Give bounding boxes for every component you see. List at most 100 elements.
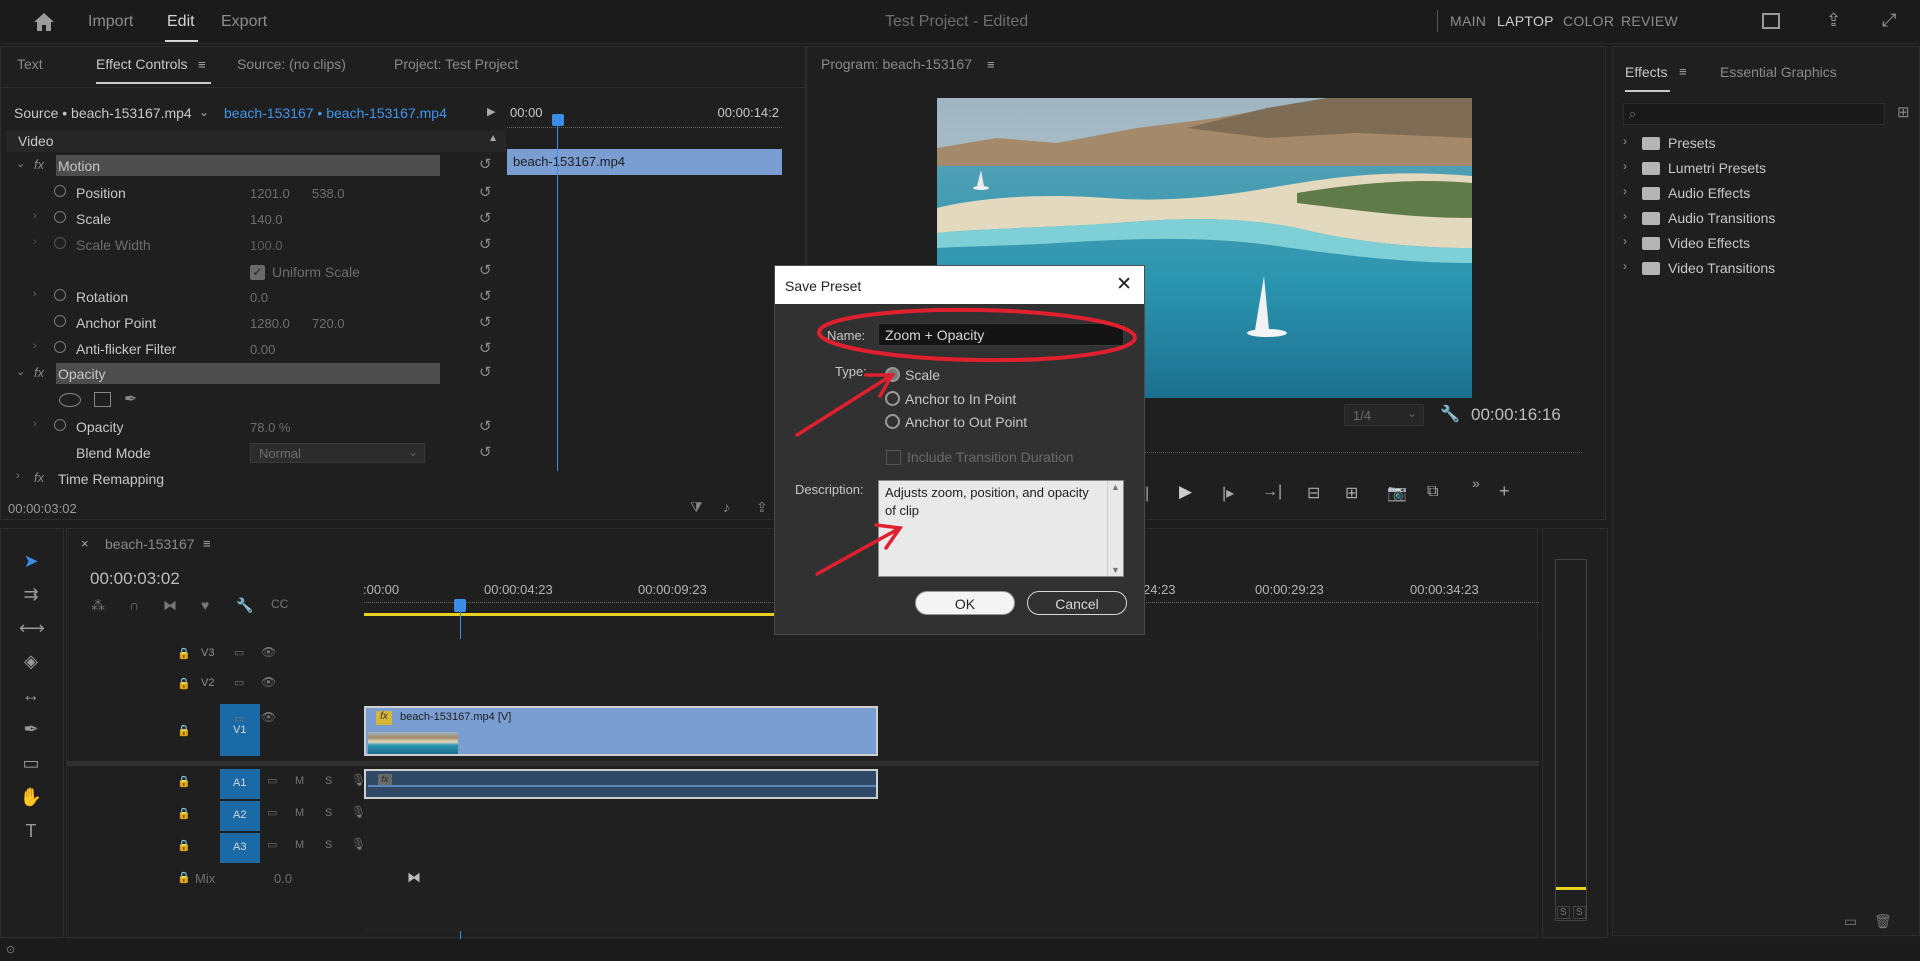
mic-icon[interactable]: 🎙 [351, 837, 366, 851]
expand-icon[interactable]: › [33, 210, 37, 222]
include-transition-checkbox[interactable] [886, 450, 901, 465]
add-button-icon[interactable]: + [1499, 481, 1510, 502]
reset-icon[interactable]: ↺ [479, 235, 492, 253]
lock-icon[interactable]: 🔒 [177, 807, 191, 820]
sync-icon[interactable]: ▭ [234, 676, 244, 689]
expand-icon[interactable]: ⌄ [16, 365, 25, 378]
type-tool-icon[interactable]: T [19, 821, 43, 845]
description-textarea[interactable]: Adjusts zoom, position, and opacity of c… [878, 480, 1124, 577]
more-controls-icon[interactable]: » [1472, 475, 1480, 491]
resolution-select[interactable]: 1/4 ⌄ [1344, 404, 1424, 426]
workspace-main[interactable]: MAIN [1450, 13, 1486, 29]
effects-item-video-transitions[interactable]: › Video Transitions [1620, 256, 1920, 281]
rotation-value[interactable]: 0.0 [250, 290, 268, 305]
camera-icon[interactable]: 📷 [1387, 483, 1407, 503]
ok-button[interactable]: OK [915, 591, 1015, 615]
reset-icon[interactable]: ↺ [479, 363, 492, 381]
reset-icon[interactable]: ↺ [479, 209, 492, 227]
radio-anchor-out[interactable] [885, 414, 900, 429]
rectangle-mask-icon[interactable] [94, 392, 111, 407]
lock-icon[interactable]: 🔒 [177, 775, 191, 788]
lift-icon[interactable]: ⊟ [1307, 483, 1320, 503]
tab-menu-icon[interactable]: ≡ [198, 57, 206, 72]
tab-project[interactable]: Project: Test Project [394, 56, 518, 72]
stopwatch-icon[interactable] [54, 211, 66, 223]
stopwatch-icon[interactable] [54, 289, 66, 301]
expand-icon[interactable]: › [1623, 184, 1627, 198]
lock-icon[interactable]: 🔒 [177, 871, 191, 884]
lock-icon[interactable]: 🔒 [177, 677, 191, 690]
tab-effect-controls[interactable]: Effect Controls [96, 56, 188, 72]
position-y-value[interactable]: 538.0 [312, 186, 345, 201]
linked-select-icon[interactable]: ⧓ [163, 597, 177, 614]
expand-icon[interactable]: › [33, 236, 37, 248]
program-scrub-ruler[interactable] [1137, 447, 1582, 453]
marker-icon[interactable]: ♥ [201, 597, 209, 613]
opacity-value[interactable]: 78.0 % [250, 420, 290, 435]
expand-icon[interactable]: › [33, 418, 37, 430]
sequence-tab[interactable]: beach-153167 [105, 536, 195, 552]
blend-mode-select[interactable]: Normal ⌄ [250, 443, 425, 463]
clip-label[interactable]: beach-153167 • beach-153167.mp4 [224, 105, 447, 121]
mute-icon[interactable]: M [295, 775, 304, 787]
radio-anchor-in[interactable] [885, 391, 900, 406]
ec-clip-bar[interactable]: beach-153167.mp4 [507, 149, 782, 175]
time-remapping-header[interactable]: › fx Time Remapping [6, 467, 506, 491]
captions-icon[interactable]: CC [271, 597, 288, 611]
pen-tool-icon[interactable]: ✒ [19, 719, 43, 743]
effects-item-audio-transitions[interactable]: › Audio Transitions [1620, 206, 1920, 231]
mix-value[interactable]: 0.0 [274, 871, 292, 886]
opacity-header[interactable]: ⌄ fx Opacity ↺ [6, 362, 506, 386]
share-icon[interactable]: ⇪ [1826, 10, 1846, 30]
expand-icon[interactable]: › [1623, 234, 1627, 248]
play-only-icon[interactable]: ▶ [487, 105, 495, 118]
effects-item-presets[interactable]: › Presets [1620, 131, 1920, 156]
tab-effects[interactable]: Effects [1625, 64, 1668, 80]
menu-edit[interactable]: Edit [167, 13, 195, 31]
hand-tool-icon[interactable]: ✋ [19, 787, 43, 811]
sync-icon[interactable]: ▭ [234, 646, 244, 659]
reset-icon[interactable]: ↺ [479, 313, 492, 331]
workspace-laptop[interactable]: LAPTOP [1497, 13, 1554, 29]
menu-export[interactable]: Export [221, 13, 267, 31]
work-area-bar[interactable] [364, 613, 834, 616]
tab-source[interactable]: Source: (no clips) [237, 56, 346, 72]
play-icon[interactable]: ▶ [1179, 482, 1192, 502]
lock-icon[interactable]: 🔒 [177, 839, 191, 852]
expand-icon[interactable]: › [1623, 134, 1627, 148]
workspace-review[interactable]: REVIEW [1621, 13, 1678, 29]
solo-left-button[interactable]: S [1557, 906, 1570, 919]
solo-icon[interactable]: S [325, 775, 332, 787]
settings-wrench-icon[interactable]: 🔧 [1440, 404, 1460, 424]
home-icon[interactable] [33, 12, 54, 32]
type-option-scale[interactable]: Scale [885, 366, 1085, 384]
lock-icon[interactable]: 🔒 [177, 647, 191, 660]
effects-item-video-effects[interactable]: › Video Effects [1620, 231, 1920, 256]
ellipse-mask-icon[interactable] [59, 393, 81, 407]
audio-clip[interactable]: fx [364, 769, 878, 799]
trash-icon[interactable]: 🗑 [1874, 913, 1892, 930]
reset-icon[interactable]: ↺ [479, 183, 492, 201]
anti-flicker-value[interactable]: 0.00 [250, 342, 275, 357]
go-to-out-icon[interactable]: →| [1262, 483, 1282, 501]
expand-icon[interactable]: › [1623, 209, 1627, 223]
snap-icon[interactable]: ∩ [129, 597, 139, 613]
sync-icon[interactable]: ▭ [267, 838, 277, 851]
timeline-timecode[interactable]: 00:00:03:02 [90, 569, 180, 589]
sync-icon[interactable]: ▭ [267, 806, 277, 819]
type-option-anchor-in[interactable]: Anchor to In Point [885, 390, 1085, 408]
menu-import[interactable]: Import [88, 13, 133, 31]
collapse-icon[interactable]: ▲ [488, 133, 498, 144]
extract-icon[interactable]: ⊞ [1345, 483, 1358, 503]
scale-width-value[interactable]: 100.0 [250, 238, 283, 253]
program-timecode[interactable]: 00:00:16:16 [1471, 405, 1561, 425]
filter-icon[interactable]: ⧩ [690, 499, 703, 516]
scroll-up-icon[interactable]: ▲ [1111, 482, 1120, 492]
expand-icon[interactable]: ⌄ [16, 157, 25, 170]
effects-item-lumetri-presets[interactable]: › Lumetri Presets [1620, 156, 1920, 181]
track-select-icon[interactable]: ⇉ [19, 584, 43, 608]
reset-icon[interactable]: ↺ [479, 261, 492, 279]
stopwatch-icon[interactable] [54, 315, 66, 327]
effects-search-input[interactable]: ⌕ [1623, 103, 1885, 125]
fx-icon[interactable]: fx [34, 365, 44, 380]
